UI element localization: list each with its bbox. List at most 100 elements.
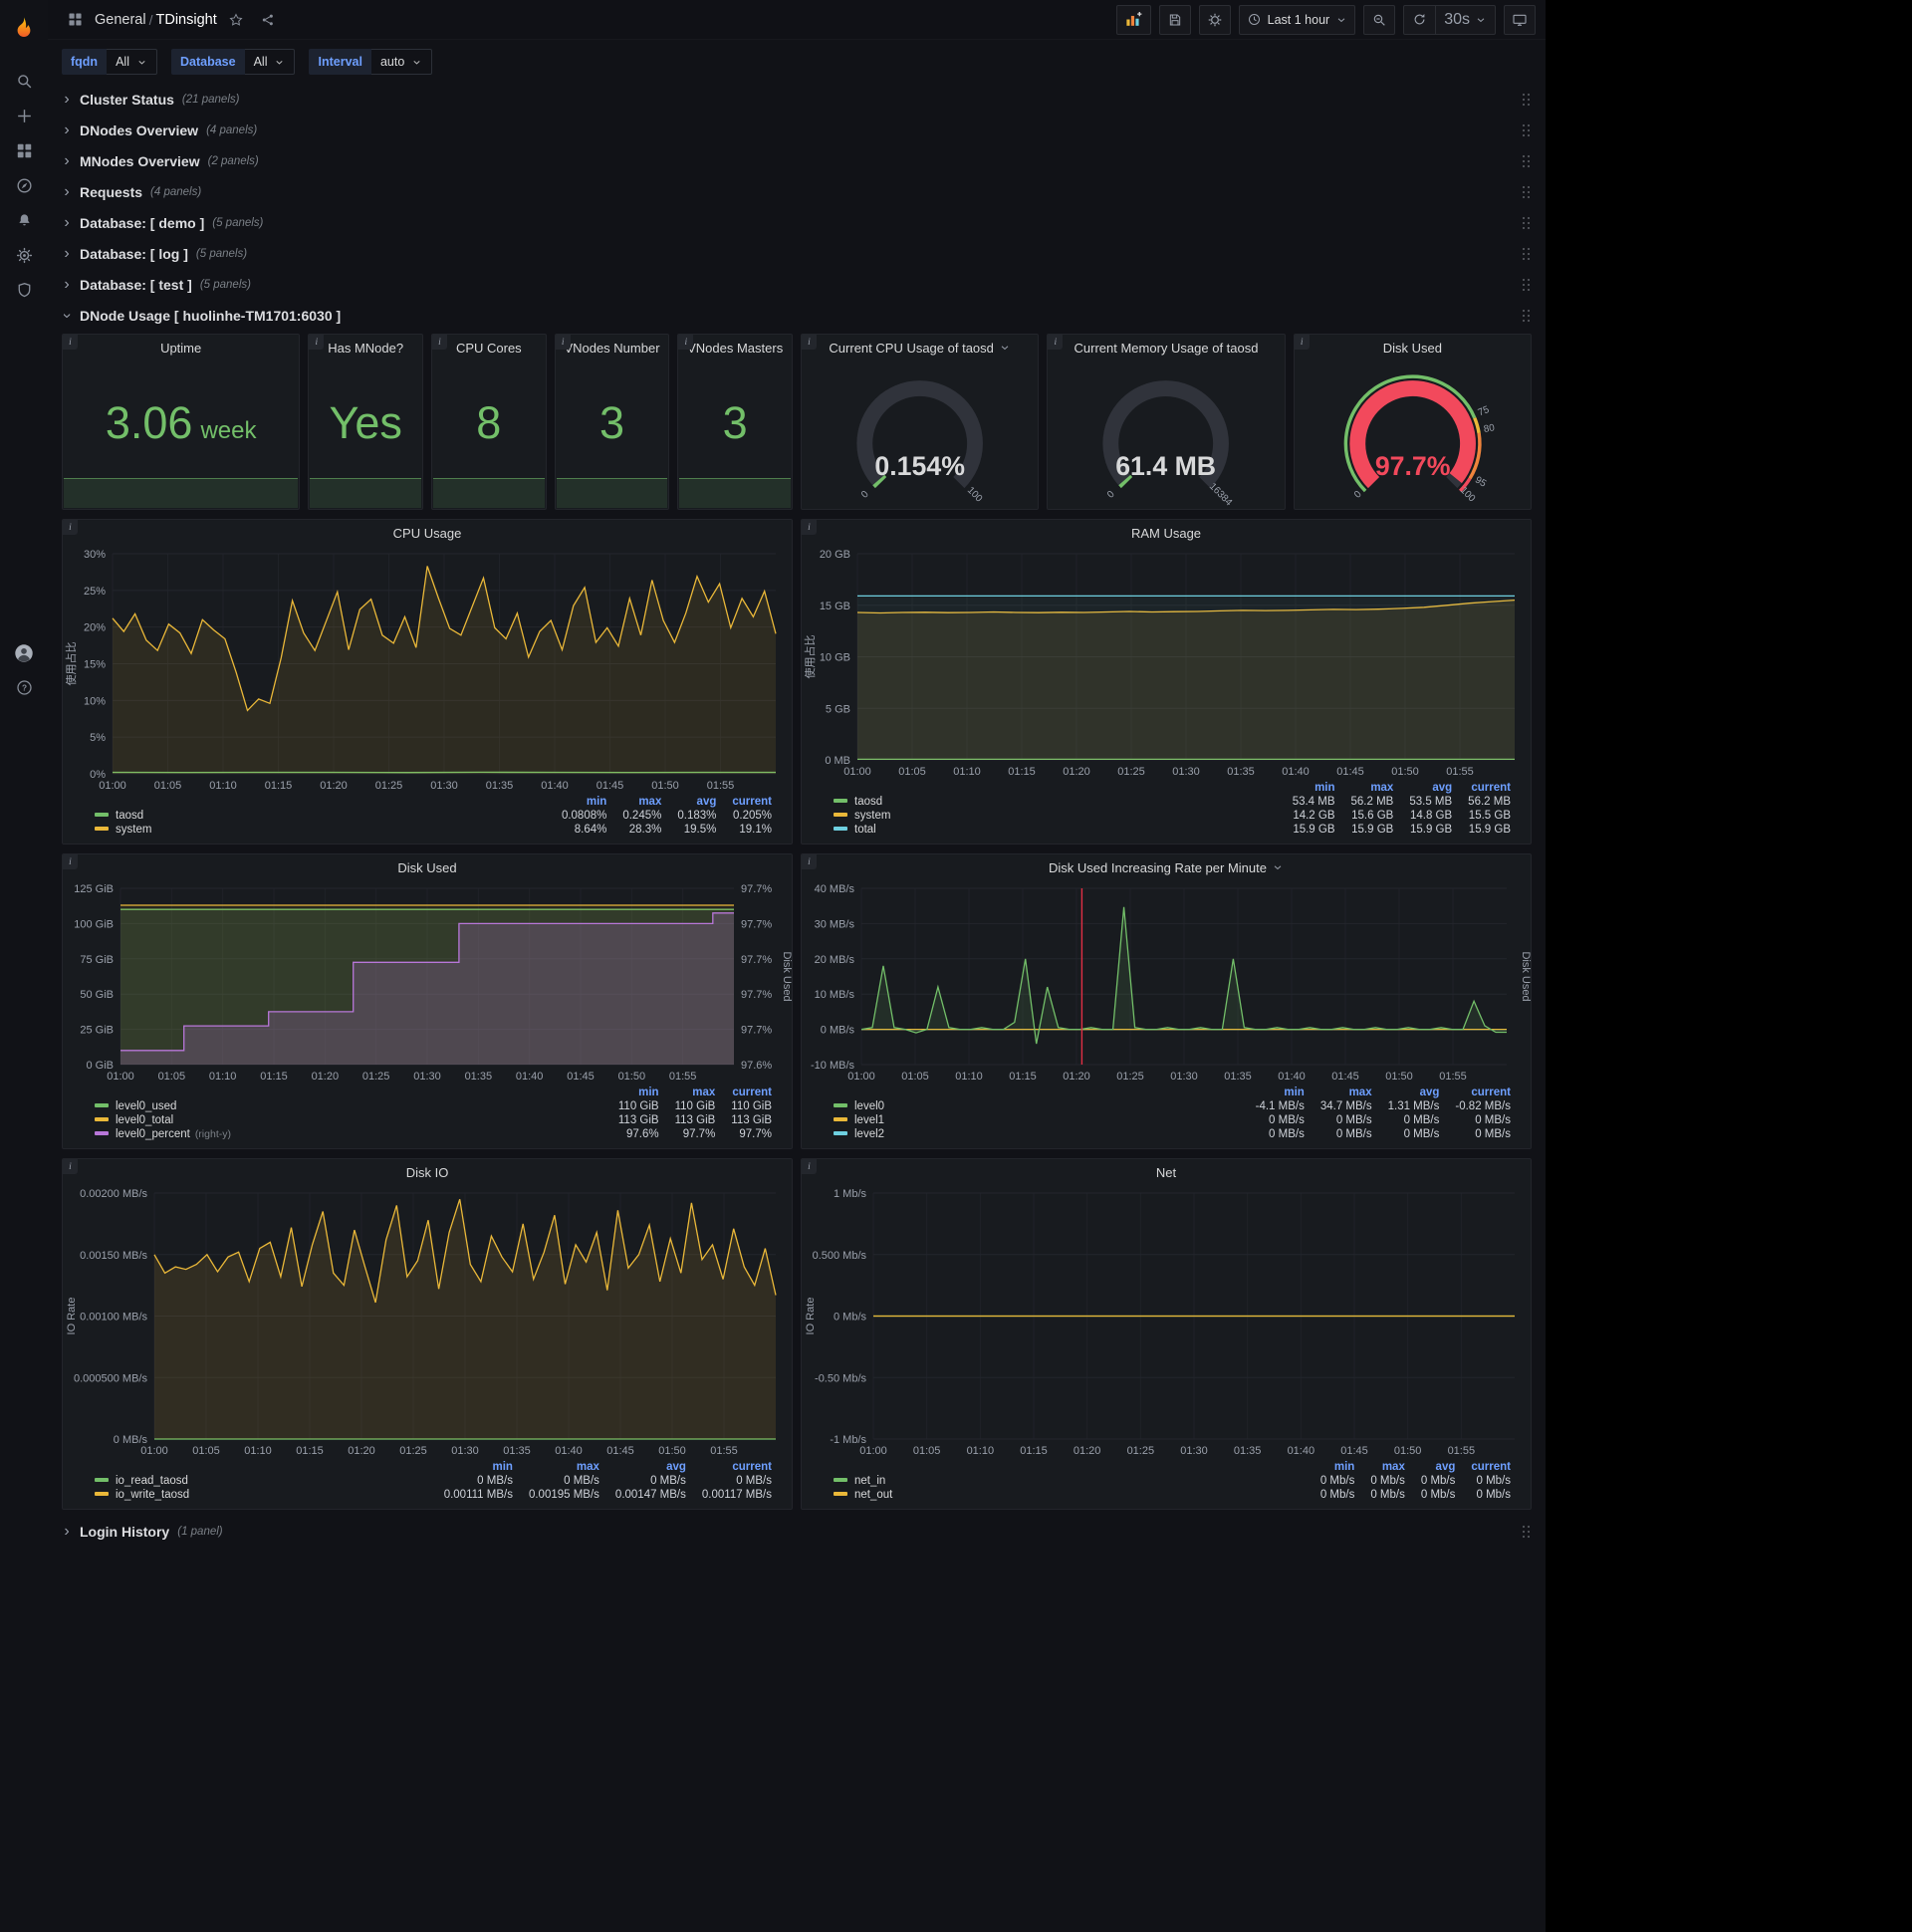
panel-info-icon[interactable]: i: [678, 335, 694, 350]
series-name[interactable]: level0_total: [116, 1114, 173, 1126]
panel-title[interactable]: Current Memory Usage of taosd: [1075, 341, 1259, 356]
explore-icon[interactable]: [2, 168, 46, 203]
refresh-button[interactable]: [1404, 6, 1435, 34]
refresh-interval-select[interactable]: 30s: [1436, 6, 1495, 34]
legend-col-avg[interactable]: avg: [1405, 1460, 1456, 1474]
cycle-view-button[interactable]: [1504, 4, 1536, 35]
panel-header[interactable]: Current Memory Usage of taosd: [1048, 335, 1284, 361]
search-icon[interactable]: [2, 64, 46, 99]
panel-header[interactable]: Disk IO: [63, 1159, 792, 1185]
panel-info-icon[interactable]: i: [431, 335, 447, 350]
row-title[interactable]: DNodes Overview: [80, 122, 198, 138]
panel-title[interactable]: Disk IO: [406, 1165, 449, 1180]
legend-col-min[interactable]: min: [602, 1086, 658, 1099]
legend-col-max[interactable]: max: [1335, 781, 1393, 795]
legend-col-max[interactable]: max: [659, 1086, 715, 1099]
zoom-out-button[interactable]: [1363, 4, 1396, 35]
row-dnode-usage-huolinhe-tm1701-6030[interactable]: › DNode Usage [ huolinhe-TM1701:6030 ]: [59, 303, 1532, 329]
panel-title[interactable]: Disk Used: [397, 860, 456, 875]
chart-disk-used[interactable]: 01:00 01:05 01:10 01:15 01:20 01:25 01:30 01:35…: [63, 880, 792, 1085]
row-database-log[interactable]: › Database: [ log ] (5 panels): [62, 241, 1532, 267]
variable-database-value[interactable]: All: [244, 49, 296, 75]
plot-area[interactable]: 01:00 01:05 01:10 01:15 01:20 01:25 01:30 01:35…: [802, 1185, 1531, 1459]
plot-area[interactable]: 01:00 01:05 01:10 01:15 01:20 01:25 01:30 01:35…: [802, 546, 1531, 780]
server-admin-shield-icon[interactable]: [2, 273, 46, 308]
dashboard-grid-icon[interactable]: [62, 11, 89, 28]
series-name[interactable]: io_write_taosd: [116, 1489, 189, 1501]
plot-area[interactable]: 01:00 01:05 01:10 01:15 01:20 01:25 01:30 01:35…: [802, 880, 1531, 1085]
legend-col-avg[interactable]: avg: [1372, 1086, 1440, 1099]
row-chevron-icon[interactable]: ›: [62, 215, 72, 231]
create-icon[interactable]: [2, 99, 46, 133]
series-name[interactable]: total: [854, 824, 876, 836]
chevron-down-icon[interactable]: [1272, 861, 1284, 873]
series-name[interactable]: level0: [854, 1100, 884, 1112]
panel-info-icon[interactable]: i: [63, 1159, 78, 1174]
series-name[interactable]: system: [116, 824, 151, 836]
panel-header[interactable]: Net: [802, 1159, 1531, 1185]
legend-col-min[interactable]: min: [546, 795, 606, 809]
row-chevron-icon[interactable]: ›: [62, 92, 72, 108]
row-dnodes-overview[interactable]: › DNodes Overview (4 panels): [62, 118, 1532, 143]
row-chevron-icon[interactable]: ›: [62, 1524, 72, 1540]
dashboards-icon[interactable]: [2, 133, 46, 168]
legend-col-current[interactable]: current: [716, 795, 772, 809]
panel-header[interactable]: Uptime: [63, 335, 299, 361]
row-requests[interactable]: › Requests (4 panels): [62, 179, 1532, 205]
row-title[interactable]: Database: [ log ]: [80, 246, 188, 262]
legend-col-max[interactable]: max: [1305, 1086, 1372, 1099]
legend-col-max[interactable]: max: [513, 1460, 599, 1474]
add-panel-button[interactable]: [1115, 4, 1151, 35]
legend-col-current[interactable]: current: [715, 1086, 772, 1099]
panel-header[interactable]: VNodes Number: [556, 335, 669, 361]
panel-info-icon[interactable]: i: [309, 335, 325, 350]
row-chevron-icon[interactable]: ›: [59, 311, 76, 321]
legend-col-min[interactable]: min: [1305, 1460, 1354, 1474]
plot-area[interactable]: 01:00 01:05 01:10 01:15 01:20 01:25 01:30 01:35…: [63, 546, 792, 794]
series-name[interactable]: level1: [854, 1114, 884, 1126]
panel-header[interactable]: Disk Used: [1295, 335, 1531, 361]
chart-net[interactable]: 01:00 01:05 01:10 01:15 01:20 01:25 01:30 01:35…: [802, 1185, 1531, 1459]
panel-title[interactable]: VNodes Number: [564, 341, 659, 356]
row-drag-handle[interactable]: [1523, 309, 1532, 323]
series-name[interactable]: net_out: [854, 1489, 892, 1501]
panel-title[interactable]: CPU Cores: [456, 341, 522, 356]
legend-col-current[interactable]: current: [1455, 1460, 1511, 1474]
row-database-test[interactable]: › Database: [ test ] (5 panels): [62, 272, 1532, 298]
panel-info-icon[interactable]: i: [555, 335, 571, 350]
grafana-logo-icon[interactable]: [2, 6, 46, 50]
row-drag-handle[interactable]: [1523, 216, 1532, 230]
series-name[interactable]: taosd: [116, 810, 143, 822]
row-login-history[interactable]: › Login History (1 panel): [62, 1519, 1532, 1545]
breadcrumb-folder[interactable]: General: [95, 12, 146, 28]
row-drag-handle[interactable]: [1523, 185, 1532, 199]
alerting-bell-icon[interactable]: [2, 203, 46, 238]
panel-info-icon[interactable]: i: [63, 335, 78, 350]
breadcrumb-dashboard[interactable]: TDinsight: [155, 12, 216, 28]
panel-header[interactable]: Has MNode?: [309, 335, 422, 361]
panel-header[interactable]: CPU Cores: [432, 335, 546, 361]
row-chevron-icon[interactable]: ›: [62, 122, 72, 138]
dashboard-settings-button[interactable]: [1198, 4, 1231, 35]
panel-title[interactable]: CPU Usage: [393, 526, 462, 541]
legend-col-current[interactable]: current: [686, 1460, 772, 1474]
panel-info-icon[interactable]: i: [1294, 335, 1310, 350]
panel-info-icon[interactable]: i: [801, 335, 817, 350]
legend-col-min[interactable]: min: [1240, 1086, 1304, 1099]
panel-header[interactable]: Disk Used Increasing Rate per Minute: [802, 854, 1531, 880]
row-title[interactable]: Login History: [80, 1524, 169, 1540]
chevron-down-icon[interactable]: [999, 342, 1011, 354]
row-title[interactable]: MNodes Overview: [80, 153, 200, 169]
help-icon[interactable]: ?: [2, 670, 46, 705]
series-name[interactable]: io_read_taosd: [116, 1475, 188, 1487]
series-name[interactable]: system: [854, 810, 890, 822]
panel-info-icon[interactable]: i: [63, 854, 78, 869]
save-dashboard-button[interactable]: [1158, 4, 1191, 35]
variable-fqdn-value[interactable]: All: [107, 49, 157, 75]
panel-title[interactable]: Disk Used: [1383, 341, 1442, 356]
panel-title[interactable]: RAM Usage: [1131, 526, 1201, 541]
panel-header[interactable]: Current CPU Usage of taosd: [802, 335, 1038, 361]
series-name[interactable]: level0_used: [116, 1100, 176, 1112]
panel-info-icon[interactable]: i: [63, 520, 78, 535]
chart-cpu-usage[interactable]: 01:00 01:05 01:10 01:15 01:20 01:25 01:30 01:35…: [63, 546, 792, 794]
